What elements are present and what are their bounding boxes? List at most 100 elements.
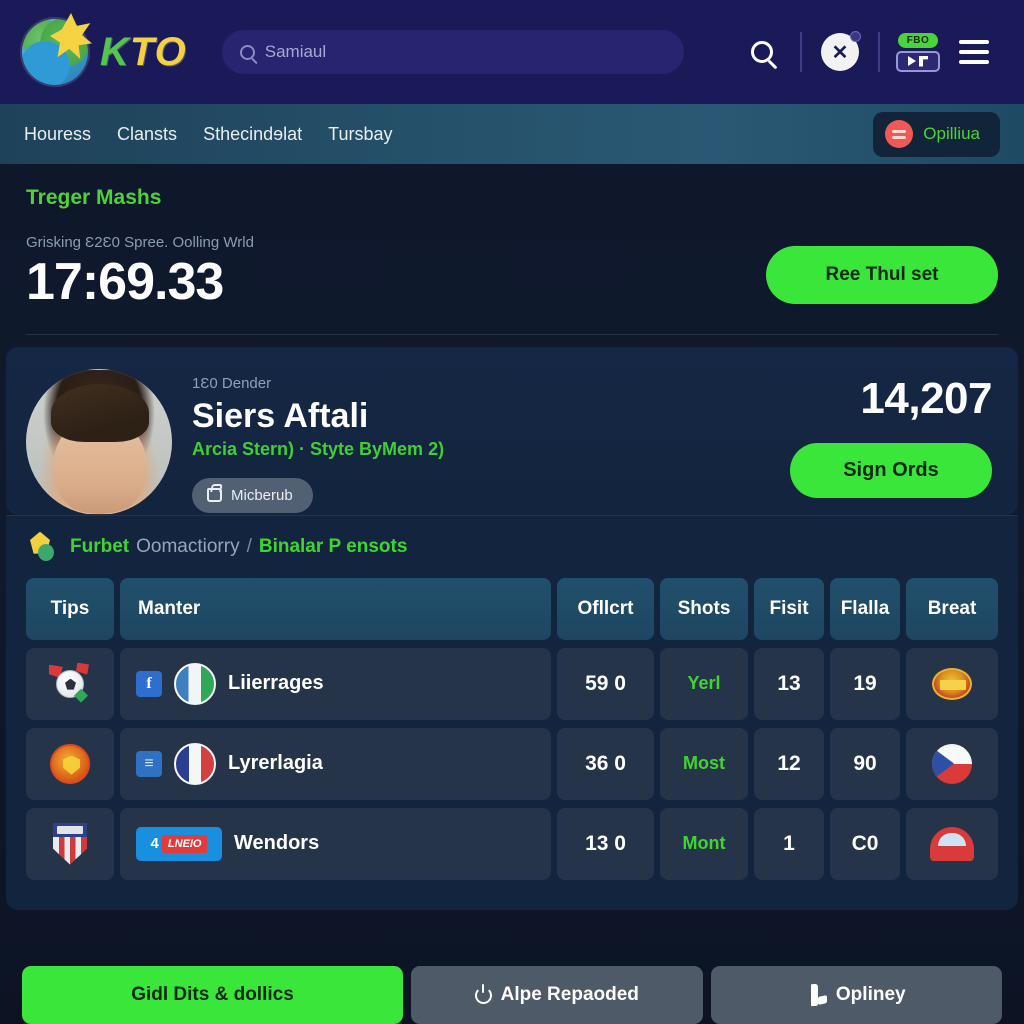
play-icon	[908, 56, 916, 66]
breadcrumb-secondary[interactable]: Binalar P ensots	[259, 536, 408, 558]
cell-fisit: 13	[754, 647, 824, 720]
nav-items: Houress Clansts Sthecindɘlat Tursbay	[24, 124, 393, 145]
breadcrumb-primary-tail[interactable]: Oomactiorry	[136, 536, 239, 558]
opilliua-button[interactable]: Opilliua	[873, 111, 1000, 157]
search-input[interactable]: Samiaul	[221, 30, 684, 74]
primary-nav: Houress Clansts Sthecindɘlat Tursbay Opi…	[0, 104, 1024, 164]
ree-thul-set-button[interactable]: Ree Thul set	[766, 245, 998, 304]
column-header-manter[interactable]: Manter	[120, 577, 551, 640]
opliney-button[interactable]: Opliney	[710, 966, 1002, 1024]
brand-letter-o: O	[154, 30, 187, 74]
table-row[interactable]: f Liierrages 59 0 Yerl 13 19	[26, 647, 998, 720]
timer-block: Grisking Ɛ2Ɛ0 Spree. Oolling Wrld 17:69.…	[26, 234, 254, 310]
hamburger-icon	[959, 40, 989, 64]
striped-shield-icon	[53, 822, 87, 865]
czech-flag-icon	[932, 743, 972, 784]
stats-table: Tips Manter Ofllcrt Shots Fisit Flalla B…	[6, 571, 1018, 910]
column-header-fisit[interactable]: Fisit	[754, 577, 824, 640]
table-header-row: Tips Manter Ofllcrt Shots Fisit Flalla B…	[26, 577, 998, 640]
table-row[interactable]: ≡ Lyrerlagia 36 0 Most 12 90	[26, 727, 998, 800]
flag-icon	[174, 742, 216, 785]
promo-badge: FBO	[897, 32, 939, 48]
nav-item-houress[interactable]: Houress	[24, 124, 91, 145]
player-name: Siers Aftali	[192, 396, 369, 435]
cell-breat	[906, 807, 998, 880]
notification-dot-icon	[850, 31, 861, 42]
breadcrumb-separator: /	[246, 535, 252, 557]
flag-icon	[174, 662, 216, 705]
divider	[800, 32, 802, 72]
player-eyebrow: 1Ɛ0 Dender	[192, 374, 272, 392]
cell-breat	[906, 727, 998, 800]
avatar-icon: ✕	[821, 31, 861, 71]
countdown-value: 17:69.33	[26, 253, 224, 311]
profile-button[interactable]: ✕	[812, 24, 868, 80]
nav-item-sthecindlat[interactable]: Sthecindɘlat	[203, 124, 302, 145]
column-header-breat[interactable]: Breat	[906, 577, 998, 640]
table-row[interactable]: 4 LNEIO Wendors 13 0 Mont 1 C0	[26, 807, 998, 880]
bottom-bar: Gidl Dits & dollics Alpe Repaoded Opline…	[0, 956, 1024, 1024]
brand-logo[interactable]: KTO	[22, 19, 187, 85]
player-meta: Arcia Stern) · Styte ByMem 2)	[192, 438, 445, 459]
cell-shots: Most	[660, 727, 748, 800]
cell-flalla: 90	[830, 727, 900, 800]
breadcrumb: Furbet Oomactiorry / Binalar P ensots	[6, 514, 1018, 572]
cell-ofllcrt: 59 0	[557, 647, 654, 720]
promo-button[interactable]: FBO	[890, 24, 946, 80]
manchester-crest-icon	[50, 743, 90, 784]
search-icon	[239, 44, 255, 60]
nav-item-clansts[interactable]: Clansts	[117, 124, 177, 145]
search-icon	[751, 41, 773, 63]
shield-leaf-icon	[26, 531, 58, 562]
column-header-flalla[interactable]: Flalla	[830, 577, 900, 640]
globe-star-icon	[22, 19, 88, 85]
column-header-shots[interactable]: Shots	[660, 577, 748, 640]
record-icon	[885, 120, 914, 148]
cell-ofllcrt: 36 0	[557, 727, 654, 800]
cell-fisit: 12	[754, 727, 824, 800]
sponsor-banner-icon: 4 LNEIO	[136, 826, 222, 861]
menu-button[interactable]	[946, 24, 1002, 80]
facebook-icon: f	[136, 670, 162, 697]
brand-wordmark: KTO	[100, 32, 187, 72]
search-button[interactable]	[734, 24, 790, 80]
cell-shots: Mont	[660, 807, 748, 880]
sign-ords-button[interactable]: Sign Ords	[790, 442, 992, 498]
column-header-ofllcrt[interactable]: Ofllcrt	[557, 577, 654, 640]
breadcrumb-primary[interactable]: Furbet	[70, 536, 129, 558]
football-cards-icon	[49, 662, 91, 705]
main-content: Treger Mashs Grisking Ɛ2Ɛ0 Spree. Oollin…	[0, 164, 1024, 956]
brand-letter-k: K	[100, 30, 130, 74]
sponsor-tag: LNEIO	[161, 834, 208, 853]
avatar	[26, 368, 172, 515]
red-car-icon	[930, 826, 974, 861]
team-name: Wendors	[234, 832, 320, 855]
cell-tips	[26, 727, 114, 800]
alpe-repaoded-button[interactable]: Alpe Repaoded	[411, 966, 703, 1024]
search-input-value: Samiaul	[264, 42, 327, 61]
alpe-repaoded-label: Alpe Repaoded	[500, 984, 639, 1005]
column-header-tips[interactable]: Tips	[26, 577, 114, 640]
brand-letter-t: T	[129, 30, 155, 74]
power-icon	[474, 983, 492, 1004]
equals-icon: ≡	[136, 750, 162, 777]
cell-ofllcrt: 13 0	[557, 807, 654, 880]
cell-tips	[26, 807, 114, 880]
player-right: 14,207 Sign Ords	[790, 369, 992, 498]
timer-section: Treger Mashs Grisking Ɛ2Ɛ0 Spree. Oollin…	[0, 164, 1024, 335]
micberub-chip[interactable]: Micberub	[192, 477, 313, 513]
player-score: 14,207	[860, 373, 992, 423]
gold-crest-icon	[932, 667, 972, 700]
divider	[878, 32, 880, 72]
team-name: Lyrerlagia	[228, 752, 323, 775]
player-info: 1Ɛ0 Dender Siers Aftali Arcia Stern) · S…	[192, 369, 770, 513]
gidl-dits-button[interactable]: Gidl Dits & dollics	[22, 966, 403, 1024]
nav-item-tursbay[interactable]: Tursbay	[328, 124, 392, 145]
top-actions: ✕ FBO	[734, 24, 1002, 80]
cell-manter: 4 LNEIO Wendors	[120, 807, 551, 880]
cell-manter: f Liierrages	[120, 647, 551, 720]
micberub-chip-label: Micberub	[231, 486, 293, 504]
opilliua-label: Opilliua	[923, 124, 980, 143]
flag-glyph-icon	[919, 55, 928, 67]
timer-row: Grisking Ɛ2Ɛ0 Spree. Oolling Wrld 17:69.…	[26, 234, 998, 335]
